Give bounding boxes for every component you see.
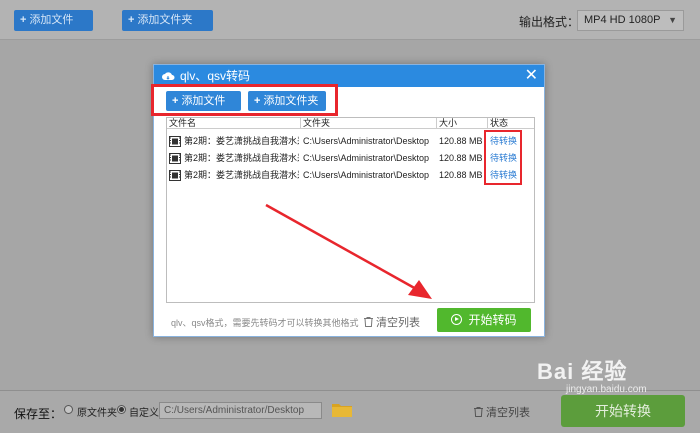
- column-header-name[interactable]: 文件名: [167, 118, 301, 129]
- file-size: 120.88 MB: [439, 136, 483, 146]
- original-folder-radio[interactable]: [64, 405, 73, 414]
- dialog-clear-list-label: 清空列表: [376, 317, 420, 329]
- highlight-add-buttons: [151, 84, 338, 116]
- file-name: 第2期：娄艺潇挑战自我潜水采: [184, 136, 299, 146]
- trash-icon: [474, 407, 483, 417]
- plus-icon: +: [128, 14, 135, 26]
- start-transcode-label: 开始转码: [468, 313, 517, 327]
- video-file-icon: [169, 136, 181, 147]
- highlight-status-column: [484, 130, 522, 185]
- file-folder: C:\Users\Administrator\Desktop: [303, 153, 430, 163]
- plus-icon: +: [20, 14, 27, 26]
- close-icon[interactable]: ✕: [525, 67, 538, 85]
- file-name: 第2期：娄艺潇挑战自我潜水采: [184, 170, 299, 180]
- custom-folder-label: 自定义: [129, 408, 159, 419]
- output-format-select[interactable]: MP4 HD 1080P ▼: [577, 10, 684, 31]
- column-header-status[interactable]: 状态: [488, 118, 534, 129]
- table-header: 文件名 文件夹 大小 状态: [167, 118, 534, 129]
- save-to-label: 保存至：: [14, 407, 63, 421]
- add-file-button[interactable]: + 添加文件: [14, 10, 93, 31]
- baidu-watermark-url: jingyan.baidu.com: [566, 384, 647, 395]
- table-row[interactable]: 第2期：娄艺潇挑战自我潜水采 C:\Users\Administrator\De…: [167, 150, 534, 167]
- dialog-clear-list-button[interactable]: 清空列表: [364, 314, 420, 330]
- custom-folder-radio[interactable]: [117, 405, 126, 414]
- start-convert-button[interactable]: 开始转换: [561, 395, 685, 427]
- output-format-label: 输出格式：: [519, 15, 580, 29]
- output-format-value: MP4 HD 1080P: [584, 14, 661, 26]
- file-name: 第2期：娄艺潇挑战自我潜水采: [184, 153, 299, 163]
- column-header-size[interactable]: 大小: [437, 118, 488, 129]
- play-icon: [451, 314, 463, 325]
- dialog-title: qlv、qsv转码: [180, 69, 251, 83]
- save-path-input[interactable]: C:/Users/Administrator/Desktop: [159, 402, 322, 419]
- cloud-logo-icon: [162, 72, 175, 80]
- column-header-folder[interactable]: 文件夹: [301, 118, 437, 129]
- video-file-icon: [169, 170, 181, 181]
- folder-icon[interactable]: [331, 401, 353, 418]
- file-folder: C:\Users\Administrator\Desktop: [303, 170, 430, 180]
- add-folder-button[interactable]: + 添加文件夹: [122, 10, 213, 31]
- file-table: 文件名 文件夹 大小 状态 第2期：娄艺潇挑战自我潜水采 C:\Users\Ad…: [166, 117, 535, 303]
- start-transcode-button[interactable]: 开始转码: [437, 308, 531, 332]
- add-folder-label: 添加文件夹: [137, 14, 193, 26]
- original-folder-label: 原文件夹: [77, 408, 117, 419]
- add-file-label: 添加文件: [29, 14, 74, 26]
- trash-icon: [364, 317, 373, 327]
- video-file-icon: [169, 153, 181, 164]
- baidu-watermark: Bai 经验: [537, 359, 628, 384]
- bottom-clear-list-button[interactable]: 清空列表: [474, 404, 530, 420]
- chevron-down-icon: ▼: [668, 15, 677, 25]
- transcode-tip: qlv、qsv格式，需要先转码才可以转换其他格式: [171, 318, 359, 328]
- file-folder: C:\Users\Administrator\Desktop: [303, 136, 430, 146]
- file-size: 120.88 MB: [439, 153, 483, 163]
- table-row[interactable]: 第2期：娄艺潇挑战自我潜水采 C:\Users\Administrator\De…: [167, 167, 534, 184]
- table-row[interactable]: 第2期：娄艺潇挑战自我潜水采 C:\Users\Administrator\De…: [167, 133, 534, 150]
- bottom-clear-list-label: 清空列表: [486, 407, 530, 419]
- file-size: 120.88 MB: [439, 170, 483, 180]
